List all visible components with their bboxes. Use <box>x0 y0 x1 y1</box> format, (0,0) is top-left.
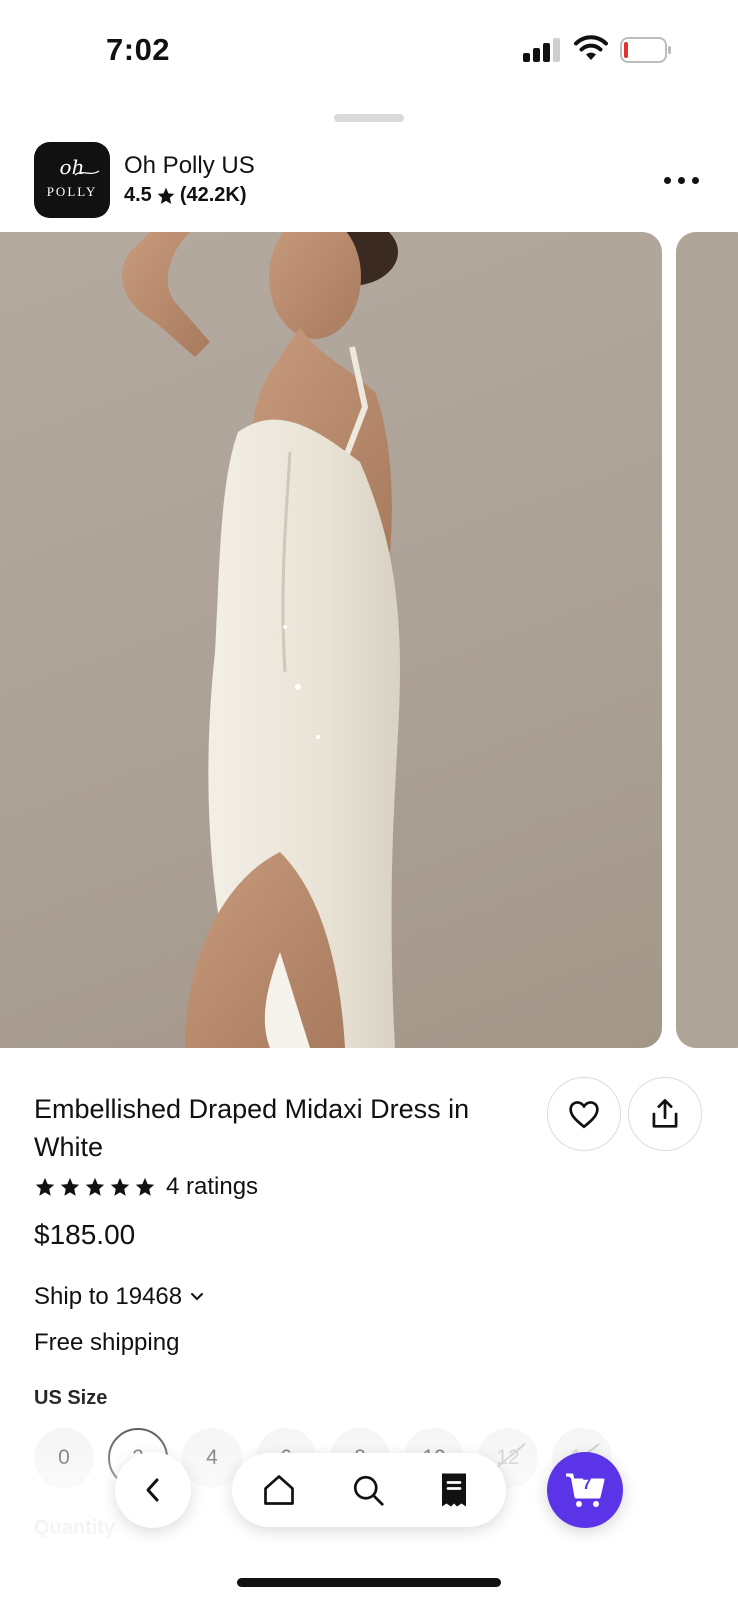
size-label: US Size <box>34 1387 108 1409</box>
cellular-signal-icon <box>523 38 561 62</box>
nav-search[interactable] <box>348 1470 388 1510</box>
ratings-count: 4 ratings <box>166 1173 259 1200</box>
quantity-label: Quantity <box>34 1517 116 1539</box>
receipt-icon <box>442 1473 466 1507</box>
product-price: $185.00 <box>34 1219 136 1250</box>
home-icon <box>264 1475 294 1505</box>
status-bar: 7:02 <box>0 0 738 100</box>
status-time: 7:02 <box>106 32 171 67</box>
more-options-icon[interactable] <box>664 170 704 190</box>
shipping-info: Free shipping <box>34 1329 180 1356</box>
store-logo-wordmark: POLLY <box>46 184 98 199</box>
cart-button[interactable]: 7 <box>547 1452 623 1528</box>
star-icon <box>157 187 175 204</box>
wifi-icon <box>574 35 608 60</box>
store-name[interactable]: Oh Polly US <box>124 152 255 180</box>
back-button[interactable] <box>115 1452 191 1528</box>
nav-home[interactable] <box>259 1470 299 1510</box>
bottom-nav <box>232 1453 506 1527</box>
size-option[interactable]: 0 <box>34 1428 94 1488</box>
product-image-carousel[interactable] <box>0 232 738 1048</box>
nav-orders[interactable] <box>434 1470 474 1510</box>
star-icon <box>110 1177 130 1196</box>
battery-low-icon <box>620 37 671 63</box>
star-icon <box>35 1177 55 1196</box>
heart-icon <box>569 1101 599 1129</box>
ship-to-selector[interactable]: Ship to 19468 <box>34 1283 204 1311</box>
next-product-image[interactable] <box>676 232 738 1048</box>
dress-model-photo <box>122 232 400 1048</box>
rating-stars <box>34 1176 156 1198</box>
store-review-count: (42.2K) <box>179 184 247 206</box>
star-icon <box>60 1177 80 1196</box>
store-rating-value: 4.5 <box>124 184 152 206</box>
star-icon <box>135 1177 155 1196</box>
star-icon <box>85 1177 105 1196</box>
back-icon <box>146 1478 159 1502</box>
sheet-drag-handle[interactable] <box>334 114 404 122</box>
product-image[interactable] <box>0 232 662 1048</box>
ship-to-label: Ship to 19468 <box>34 1283 183 1310</box>
product-rating[interactable]: 4 ratings <box>34 1173 258 1201</box>
store-rating: 4.5 (42.2K) <box>124 184 247 207</box>
cart-count-badge: 7 <box>582 1476 592 1493</box>
search-icon <box>353 1475 384 1506</box>
favorite-button[interactable] <box>547 1077 621 1151</box>
share-button[interactable] <box>628 1077 702 1151</box>
logo-swash <box>74 170 100 176</box>
share-icon <box>652 1099 678 1128</box>
chevron-down-icon <box>191 1293 204 1301</box>
home-indicator <box>237 1578 501 1587</box>
store-logo[interactable]: oh POLLY <box>34 142 110 218</box>
product-title: Embellished Draped Midaxi Dress in White <box>34 1094 470 1162</box>
